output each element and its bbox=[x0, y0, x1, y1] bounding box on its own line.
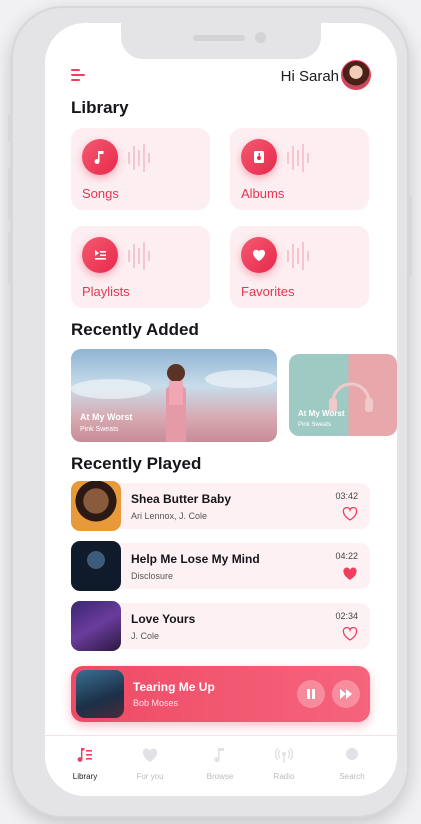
now-playing-artist: Bob Moses bbox=[133, 698, 179, 708]
card-title: At My Worst bbox=[80, 412, 133, 422]
list-item[interactable]: Love Yours J. Cole 02:34 bbox=[71, 601, 370, 651]
nav-label: Library bbox=[72, 772, 98, 781]
song-thumbnail bbox=[71, 481, 121, 531]
menu-icon[interactable] bbox=[71, 67, 87, 83]
tile-favorites[interactable]: Favorites bbox=[230, 226, 369, 308]
song-duration: 04:22 bbox=[335, 551, 358, 561]
song-artist: J. Cole bbox=[131, 631, 160, 641]
nav-label: Browse bbox=[206, 772, 234, 781]
library-heading: Library bbox=[71, 98, 129, 117]
song-duration: 03:42 bbox=[335, 491, 358, 501]
soundwave-decoration bbox=[128, 144, 150, 172]
nav-item-for-you[interactable]: For you bbox=[120, 746, 180, 781]
avatar[interactable] bbox=[341, 60, 371, 90]
recently-played-heading: Recently Played bbox=[71, 454, 202, 473]
music-note-icon bbox=[214, 748, 224, 763]
next-button[interactable] bbox=[332, 680, 360, 708]
radio-icon bbox=[275, 747, 293, 763]
app-screen: Hi Sarah Library Songs Albums Playlists bbox=[45, 23, 397, 796]
heart-outline-icon[interactable] bbox=[342, 507, 358, 521]
greeting: Hi Sarah bbox=[280, 68, 339, 85]
music-note-icon bbox=[82, 139, 118, 175]
soundwave-decoration bbox=[128, 242, 150, 270]
soundwave-decoration bbox=[287, 242, 309, 270]
tile-playlists[interactable]: Playlists bbox=[71, 226, 210, 308]
tile-albums[interactable]: Albums bbox=[230, 128, 369, 210]
row-background bbox=[101, 603, 370, 649]
bottom-nav: Library For you Browse Radio Search bbox=[45, 735, 397, 796]
now-playing-title: Tearing Me Up bbox=[133, 680, 215, 694]
tile-songs[interactable]: Songs bbox=[71, 128, 210, 210]
list-item[interactable]: Help Me Lose My Mind Disclosure 04:22 bbox=[71, 541, 370, 591]
album-card[interactable]: At My Worst Pink Sweats bbox=[71, 349, 277, 442]
song-duration: 02:34 bbox=[335, 611, 358, 621]
nav-label: For you bbox=[136, 772, 164, 781]
power-button bbox=[407, 196, 412, 276]
tile-label: Albums bbox=[241, 186, 285, 201]
mute-switch bbox=[8, 114, 13, 142]
volume-up-button bbox=[8, 168, 13, 220]
library-icon bbox=[77, 748, 92, 762]
nav-label: Radio bbox=[273, 772, 295, 781]
search-icon bbox=[346, 748, 358, 760]
now-playing-bar[interactable]: Tearing Me Up Bob Moses bbox=[71, 666, 370, 722]
row-background bbox=[101, 543, 370, 589]
phone-frame: Hi Sarah Library Songs Albums Playlists bbox=[8, 6, 412, 818]
nav-label: Search bbox=[339, 772, 365, 781]
heart-icon bbox=[142, 748, 158, 762]
nav-item-browse[interactable]: Browse bbox=[190, 746, 250, 781]
heart-filled-icon[interactable] bbox=[342, 567, 358, 581]
card-artist: Pink Sweats bbox=[298, 422, 332, 428]
playlist-icon bbox=[82, 237, 118, 273]
song-thumbnail bbox=[71, 601, 121, 651]
speaker bbox=[193, 35, 245, 41]
now-playing-thumbnail bbox=[76, 670, 124, 718]
song-thumbnail bbox=[71, 541, 121, 591]
tile-label: Favorites bbox=[241, 284, 295, 299]
song-artist: Disclosure bbox=[131, 571, 174, 581]
song-title: Shea Butter Baby bbox=[131, 492, 232, 506]
song-artist: Ari Lennox, J. Cole bbox=[131, 511, 208, 521]
list-item[interactable]: Shea Butter Baby Ari Lennox, J. Cole 03:… bbox=[71, 481, 370, 531]
nav-item-library[interactable]: Library bbox=[55, 746, 115, 781]
heart-icon bbox=[241, 237, 277, 273]
heart-outline-icon[interactable] bbox=[342, 627, 358, 641]
fast-forward-icon bbox=[340, 689, 352, 699]
card-artist: Pink Sweats bbox=[80, 426, 119, 433]
volume-down-button bbox=[8, 232, 13, 284]
tile-label: Songs bbox=[82, 186, 119, 201]
notch bbox=[121, 23, 321, 59]
song-title: Love Yours bbox=[131, 612, 196, 626]
card-title: At My Worst bbox=[298, 409, 345, 418]
tile-label: Playlists bbox=[82, 284, 130, 299]
soundwave-decoration bbox=[287, 144, 309, 172]
recently-added-heading: Recently Added bbox=[71, 320, 199, 339]
pause-button[interactable] bbox=[297, 680, 325, 708]
album-card[interactable]: At My Worst Pink Sweats bbox=[289, 354, 397, 436]
row-background bbox=[101, 483, 370, 529]
camera bbox=[255, 32, 266, 43]
song-title: Help Me Lose My Mind bbox=[131, 552, 260, 566]
nav-item-radio[interactable]: Radio bbox=[254, 746, 314, 781]
album-icon bbox=[241, 139, 277, 175]
nav-item-search[interactable]: Search bbox=[322, 746, 382, 781]
pause-icon bbox=[307, 689, 315, 699]
